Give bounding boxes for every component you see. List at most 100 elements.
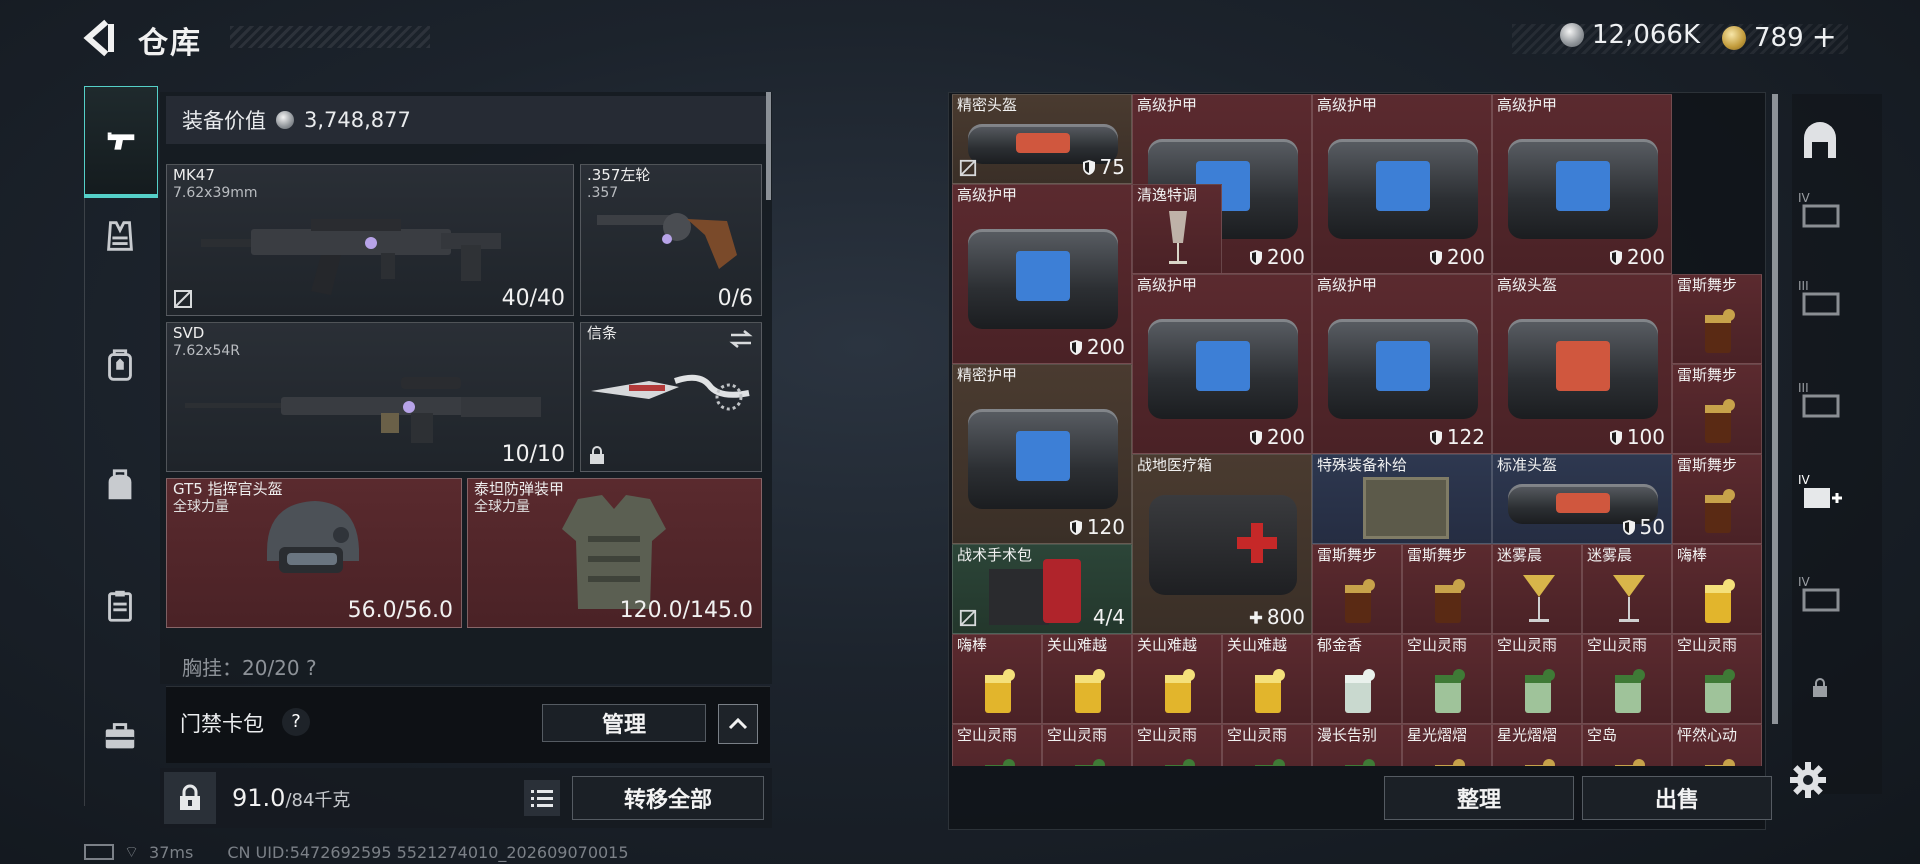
stash-item[interactable]: 空山灵雨	[1402, 634, 1492, 724]
surgery-kit-icon	[989, 569, 1049, 625]
stash-item[interactable]: 空山灵雨	[1582, 634, 1672, 724]
add-gold-button[interactable]: +	[1812, 20, 1837, 55]
stash-item[interactable]: 关山难越	[1042, 634, 1132, 724]
stash-item[interactable]: 怦然心动	[1672, 724, 1762, 766]
item-name: 怦然心动	[1677, 726, 1738, 744]
stash-tab-medical[interactable]: IV	[1790, 464, 1850, 524]
primary-weapon-slot-1[interactable]: MK47 7.62x39mm 40/40	[166, 164, 574, 316]
melee-slot[interactable]: 信条	[580, 322, 762, 472]
stash-item[interactable]: 雷斯舞步	[1672, 274, 1762, 364]
lock-button[interactable]	[164, 772, 216, 824]
stash-tab-locked[interactable]	[1790, 658, 1850, 718]
item-name: 嗨棒	[1677, 546, 1708, 564]
chevron-up-icon	[728, 718, 748, 730]
sell-button[interactable]: 出售	[1582, 776, 1772, 820]
nav-clipboard[interactable]	[84, 566, 156, 646]
stash-item[interactable]: 嗨棒	[952, 634, 1042, 724]
stash-item[interactable]: 雷斯舞步	[1402, 544, 1492, 634]
stash-scrollbar[interactable]	[1772, 94, 1778, 724]
stash-item[interactable]: 关山难越	[1222, 634, 1312, 724]
item-name: 空山灵雨	[1047, 726, 1108, 744]
stash-item[interactable]: 雷斯舞步	[1672, 364, 1762, 454]
no-insure-icon	[174, 290, 192, 308]
stash-item[interactable]: 嗨棒	[1672, 544, 1762, 634]
stash-item[interactable]: 精密头盔 75	[952, 94, 1132, 184]
stash-item[interactable]: 高级护甲 122	[1312, 274, 1492, 454]
stash-item[interactable]: 空山灵雨	[1042, 724, 1132, 766]
cocktail-icon	[985, 669, 1015, 713]
swap-icon[interactable]	[729, 329, 753, 349]
screen-panel	[1016, 251, 1070, 301]
ammo-count: 10/10	[501, 442, 565, 467]
stash-item[interactable]: 空山灵雨	[1132, 724, 1222, 766]
armor-slot[interactable]: 泰坦防弹装甲 全球力量 120.0/145.0	[467, 478, 762, 628]
nav-bag[interactable]	[84, 446, 156, 526]
stash-item[interactable]: 关山难越	[1132, 634, 1222, 724]
equipment-value-bar: 装备价值 3,748,877	[166, 96, 766, 144]
stash-item[interactable]: 漫长告别	[1312, 724, 1402, 766]
stash-tab-1[interactable]: IV	[1790, 180, 1850, 240]
stash-item[interactable]: 清逸特调	[1132, 184, 1222, 274]
stash-tab-3[interactable]: III	[1790, 370, 1850, 430]
stash-item[interactable]: 高级护甲 200	[1492, 94, 1672, 274]
svg-text:III: III	[1798, 279, 1809, 293]
nav-weapons[interactable]	[84, 86, 158, 198]
help-icon[interactable]: ?	[282, 708, 310, 736]
primary-weapon-slot-2[interactable]: SVD 7.62x54R 10/10	[166, 322, 574, 472]
item-value: 120	[1069, 515, 1125, 539]
item-name: 精密头盔	[957, 96, 1018, 114]
list-view-button[interactable]	[524, 780, 560, 816]
item-name: 雷斯舞步	[1317, 546, 1378, 564]
stash-item[interactable]: 特殊装备补给	[1312, 454, 1492, 544]
secondary-weapon-slot[interactable]: .357左轮 .357 0/6	[580, 164, 762, 316]
item-name: 漫长告别	[1317, 726, 1378, 744]
stash-tab-all[interactable]	[1790, 112, 1850, 172]
stash-tab-2[interactable]: III	[1790, 268, 1850, 328]
settings-button[interactable]	[1788, 760, 1828, 800]
stash-item[interactable]: 迷雾晨	[1492, 544, 1582, 634]
stash-item[interactable]: 郁金香	[1312, 634, 1402, 724]
stash-item[interactable]: 空山灵雨	[1672, 634, 1762, 724]
nav-backpack[interactable]	[84, 326, 156, 406]
stash-item[interactable]: 星光熠熠	[1492, 724, 1582, 766]
stash-item[interactable]: 高级头盔 100	[1492, 274, 1672, 454]
stash-item[interactable]: 空山灵雨	[1222, 724, 1312, 766]
stash-item[interactable]: 空岛	[1582, 724, 1672, 766]
lock-icon	[1813, 678, 1827, 697]
cocktail-icon	[1255, 669, 1285, 713]
expand-button[interactable]	[718, 704, 758, 744]
clipboard-icon	[108, 590, 132, 622]
stash-item[interactable]: 雷斯舞步	[1312, 544, 1402, 634]
manage-button[interactable]: 管理	[542, 704, 706, 742]
back-arrow-icon[interactable]	[78, 18, 118, 58]
nav-toolbox[interactable]	[84, 696, 156, 776]
stash-item[interactable]: 高级护甲 200	[1132, 274, 1312, 454]
item-value-text: 50	[1639, 515, 1665, 539]
stash-item[interactable]: 迷雾晨	[1582, 544, 1672, 634]
gold-currency[interactable]: 789 +	[1722, 20, 1837, 55]
list-icon	[531, 790, 553, 807]
equipment-scrollbar[interactable]	[766, 92, 771, 200]
medical-storage-icon: IV	[1798, 473, 1842, 508]
stash-item[interactable]: 战地医疗箱 800	[1132, 454, 1312, 634]
stash-item[interactable]: 星光熠熠	[1402, 724, 1492, 766]
stash-item[interactable]: 精密护甲 120	[952, 364, 1132, 544]
helmet-slot[interactable]: GT5 指挥官头盔 全球力量 56.0/56.0	[166, 478, 462, 628]
stash-item[interactable]: 高级护甲 200	[1312, 94, 1492, 274]
item-name: 清逸特调	[1137, 186, 1198, 204]
stash-item[interactable]: 高级护甲 200	[952, 184, 1132, 364]
sort-button[interactable]: 整理	[1384, 776, 1574, 820]
stash-item[interactable]: 雷斯舞步	[1672, 454, 1762, 544]
item-name: 高级护甲	[1317, 96, 1378, 114]
ammo-count: 0/6	[717, 286, 753, 311]
stash-item[interactable]: 空山灵雨	[952, 724, 1042, 766]
rifle-icon	[201, 219, 501, 295]
item-name: 空山灵雨	[1227, 726, 1288, 744]
stash-item[interactable]: 空山灵雨	[1492, 634, 1582, 724]
nav-vest[interactable]	[84, 196, 156, 276]
chest-rig-section-label: 胸挂：20/20 ?	[182, 656, 317, 680]
transfer-all-button[interactable]: 转移全部	[572, 776, 764, 820]
stash-tab-4[interactable]: IV	[1790, 564, 1850, 624]
stash-item[interactable]: 战术手术包 4/4	[952, 544, 1132, 634]
stash-item[interactable]: 标准头盔 50	[1492, 454, 1672, 544]
